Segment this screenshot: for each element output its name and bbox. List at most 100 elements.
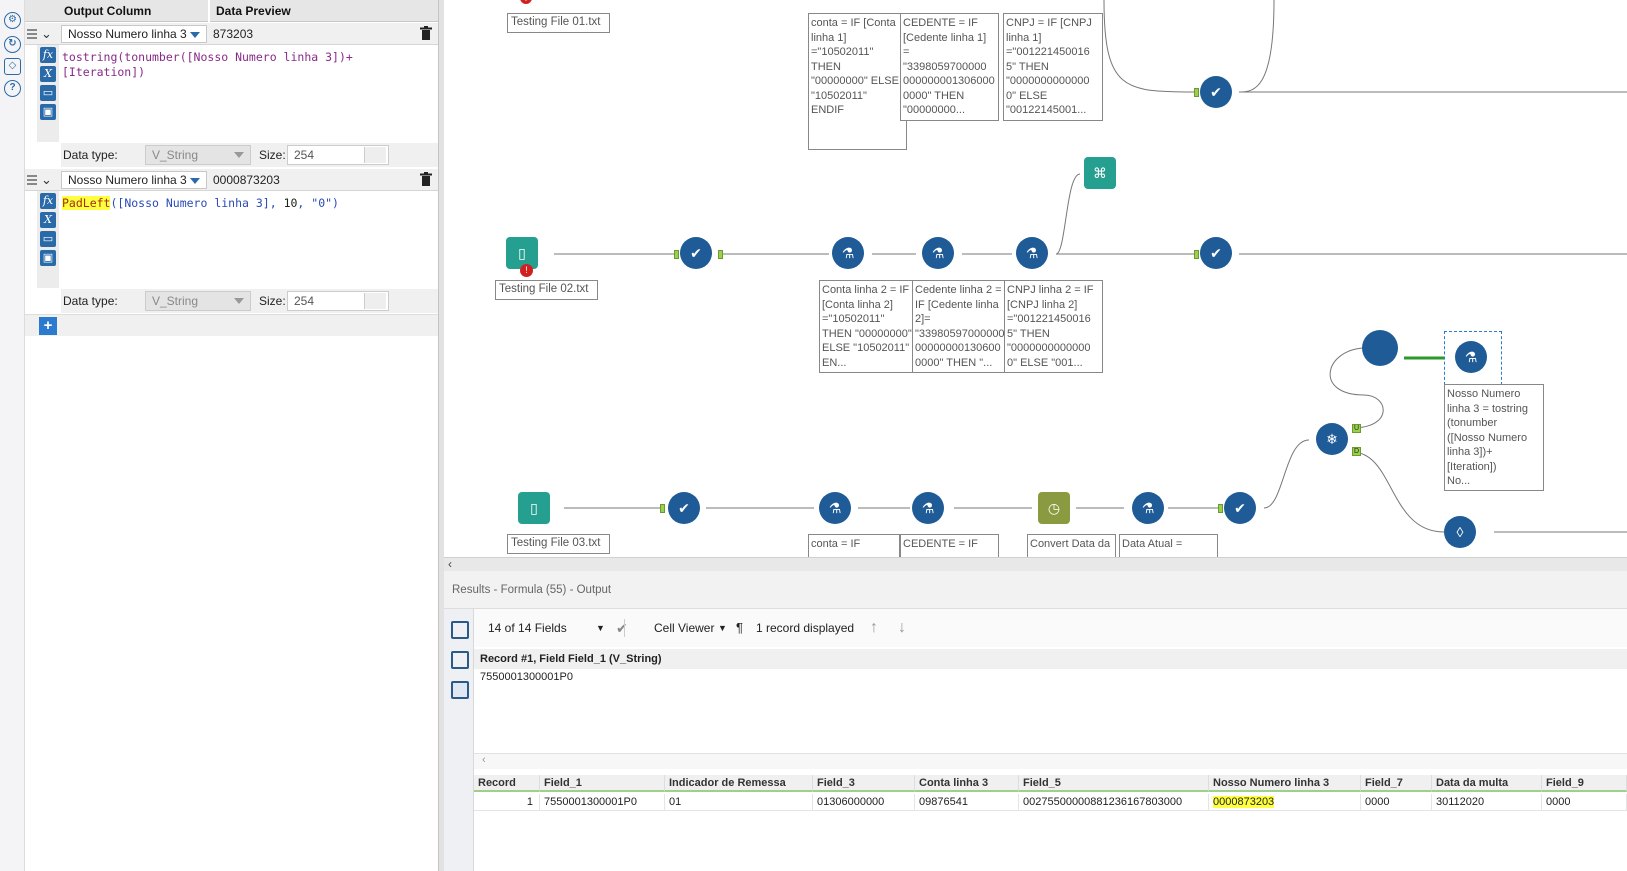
input-anchor[interactable] [660, 504, 665, 513]
cell-viewer-toggle[interactable]: Cell Viewer [654, 609, 714, 647]
tag-view-icon[interactable] [451, 681, 469, 699]
dropdown-arrow-icon[interactable]: ▼ [718, 609, 727, 647]
d-anchor[interactable]: D [1352, 447, 1361, 456]
union-tool-icon[interactable]: ◊ [1444, 516, 1476, 548]
function-icon[interactable]: fx [40, 47, 56, 63]
drag-handle-icon[interactable] [27, 175, 37, 185]
workflow-canvas[interactable]: Testing File 01.txt ! conta = IF [Conta … [444, 0, 1627, 557]
table-cell[interactable]: 1 [474, 794, 540, 811]
save-icon[interactable]: ▣ [40, 250, 56, 266]
input-anchor[interactable] [1218, 504, 1223, 513]
select-tool-icon[interactable]: ✔ [1200, 237, 1232, 269]
table-view-icon[interactable] [451, 621, 469, 639]
scroll-left-icon[interactable]: ‹ [448, 557, 452, 571]
function-icon[interactable]: fx [40, 193, 56, 209]
trash-icon[interactable] [420, 172, 432, 187]
table-cell[interactable]: 30112020 [1432, 794, 1542, 811]
annotation-convert-3: Convert Data da [1027, 534, 1116, 557]
table-cell[interactable]: 00275500000881236167803000 [1019, 794, 1209, 811]
output-column-select[interactable]: Nosso Numero linha 3 [61, 25, 207, 43]
arrow-down-icon[interactable]: ↓ [898, 609, 906, 647]
expression-editor-2[interactable]: PadLeft([Nosso Numero linha 3], 10, "0") [62, 196, 339, 211]
table-cell[interactable]: 01 [665, 794, 813, 811]
select-tool-icon[interactable]: ✔ [1224, 492, 1256, 524]
annotation-cedente-3: CEDENTE = IF [900, 534, 999, 557]
column-header[interactable]: Indicador de Remessa [665, 775, 813, 792]
iteration-tool-icon[interactable] [1362, 330, 1398, 366]
chevron-down-icon[interactable]: ⌄ [41, 172, 52, 188]
formula-row-2[interactable]: ⌄ Nosso Numero linha 3 0000873203 [25, 169, 438, 191]
formula-tool-icon[interactable]: ⚗ [912, 492, 944, 524]
variable-icon[interactable]: X [40, 66, 56, 82]
input-anchor[interactable] [674, 250, 679, 259]
spinner-icon[interactable] [364, 147, 386, 163]
trash-icon[interactable] [420, 26, 432, 41]
checkmark-icon[interactable]: ✔ [616, 609, 628, 647]
column-header[interactable]: Field_7 [1361, 775, 1432, 792]
data-type-select[interactable]: V_String [145, 291, 251, 311]
datetime-tool-icon[interactable]: ◷ [1038, 492, 1070, 524]
column-header[interactable]: Conta linha 3 [915, 775, 1019, 792]
sum-view-icon[interactable] [451, 651, 469, 669]
gear-icon[interactable]: ⚙ [4, 12, 21, 29]
formula-tool-selected-icon[interactable]: ⚗ [1455, 341, 1487, 373]
input-anchor[interactable] [1194, 250, 1199, 259]
size-input[interactable]: 254 [287, 291, 389, 311]
output-anchor[interactable] [718, 250, 723, 259]
canvas-horizontal-scrollbar[interactable]: ‹ [444, 557, 1627, 571]
u-anchor[interactable]: U [1352, 424, 1361, 433]
table-cell[interactable]: 0000 [1542, 794, 1627, 811]
save-icon[interactable]: ▣ [40, 104, 56, 120]
table-cell[interactable]: 09876541 [915, 794, 1019, 811]
dropdown-arrow-icon[interactable]: ▼ [596, 609, 605, 647]
column-header[interactable]: Nosso Numero linha 3 [1209, 775, 1361, 792]
drag-handle-icon[interactable] [27, 29, 37, 39]
chevron-down-icon[interactable]: ⌄ [41, 26, 52, 42]
cell-viewer-value[interactable]: 7550001300001P0 [480, 671, 573, 683]
expression-editor-1[interactable]: tostring(tonumber([Nosso Numero linha 3]… [62, 50, 353, 80]
table-cell[interactable]: 0000 [1361, 794, 1432, 811]
column-header[interactable]: Field_9 [1542, 775, 1627, 792]
column-header[interactable]: Field_5 [1019, 775, 1209, 792]
browse-binoculars-icon[interactable]: ⌘ [1084, 157, 1116, 189]
cell-text: 0000 [1546, 796, 1571, 808]
table-cell[interactable]: 7550001300001P0 [540, 794, 665, 811]
expression-part: , "0") [297, 196, 339, 210]
formula-tool-icon[interactable]: ⚗ [922, 237, 954, 269]
filter-snowflake-icon[interactable]: ❄ [1316, 423, 1348, 455]
formula-tool-icon[interactable]: ⚗ [819, 492, 851, 524]
scroll-left-icon[interactable]: ‹ [482, 754, 486, 766]
column-header[interactable]: Field_1 [540, 775, 665, 792]
add-row-bar: + [25, 314, 438, 336]
size-input[interactable]: 254 [287, 145, 389, 165]
open-folder-icon[interactable]: ▭ [40, 85, 56, 101]
formula-tool-icon[interactable]: ⚗ [832, 237, 864, 269]
variable-icon[interactable]: X [40, 212, 56, 228]
input-data-book-icon[interactable]: ▯ [518, 492, 550, 524]
open-folder-icon[interactable]: ▭ [40, 231, 56, 247]
tag-icon[interactable]: ◇ [4, 58, 21, 75]
select-tool-icon[interactable]: ✔ [680, 237, 712, 269]
data-type-select[interactable]: V_String [145, 145, 251, 165]
table-cell[interactable]: 01306000000 [813, 794, 915, 811]
navigation-icon[interactable]: ↻ [4, 36, 21, 53]
spinner-icon[interactable] [364, 293, 386, 309]
help-icon[interactable]: ? [4, 80, 21, 97]
column-header[interactable]: Data da multa [1432, 775, 1542, 792]
output-column-select[interactable]: Nosso Numero linha 3 [61, 171, 207, 189]
cell-viewer-scrollbar[interactable]: ‹ [474, 753, 1627, 769]
formula-tool-icon[interactable]: ⚗ [1132, 492, 1164, 524]
formula-tool-icon[interactable]: ⚗ [1016, 237, 1048, 269]
pilcrow-icon[interactable]: ¶ [736, 609, 743, 647]
select-tool-icon[interactable]: ✔ [668, 492, 700, 524]
highlighted-cell[interactable]: 0000873203 [1209, 794, 1361, 811]
column-header[interactable]: Record [474, 775, 540, 792]
annotation-selected-formula: Nosso Numero linha 3 = tostring (tonumbe… [1444, 384, 1544, 491]
select-tool-icon[interactable]: ✔ [1200, 76, 1232, 108]
arrow-up-icon[interactable]: ↑ [870, 609, 878, 647]
fields-selector[interactable]: 14 of 14 Fields [488, 609, 567, 647]
add-formula-button[interactable]: + [39, 317, 57, 335]
column-header[interactable]: Field_3 [813, 775, 915, 792]
formula-row-1[interactable]: ⌄ Nosso Numero linha 3 873203 [25, 23, 438, 45]
input-anchor[interactable] [1194, 88, 1199, 97]
